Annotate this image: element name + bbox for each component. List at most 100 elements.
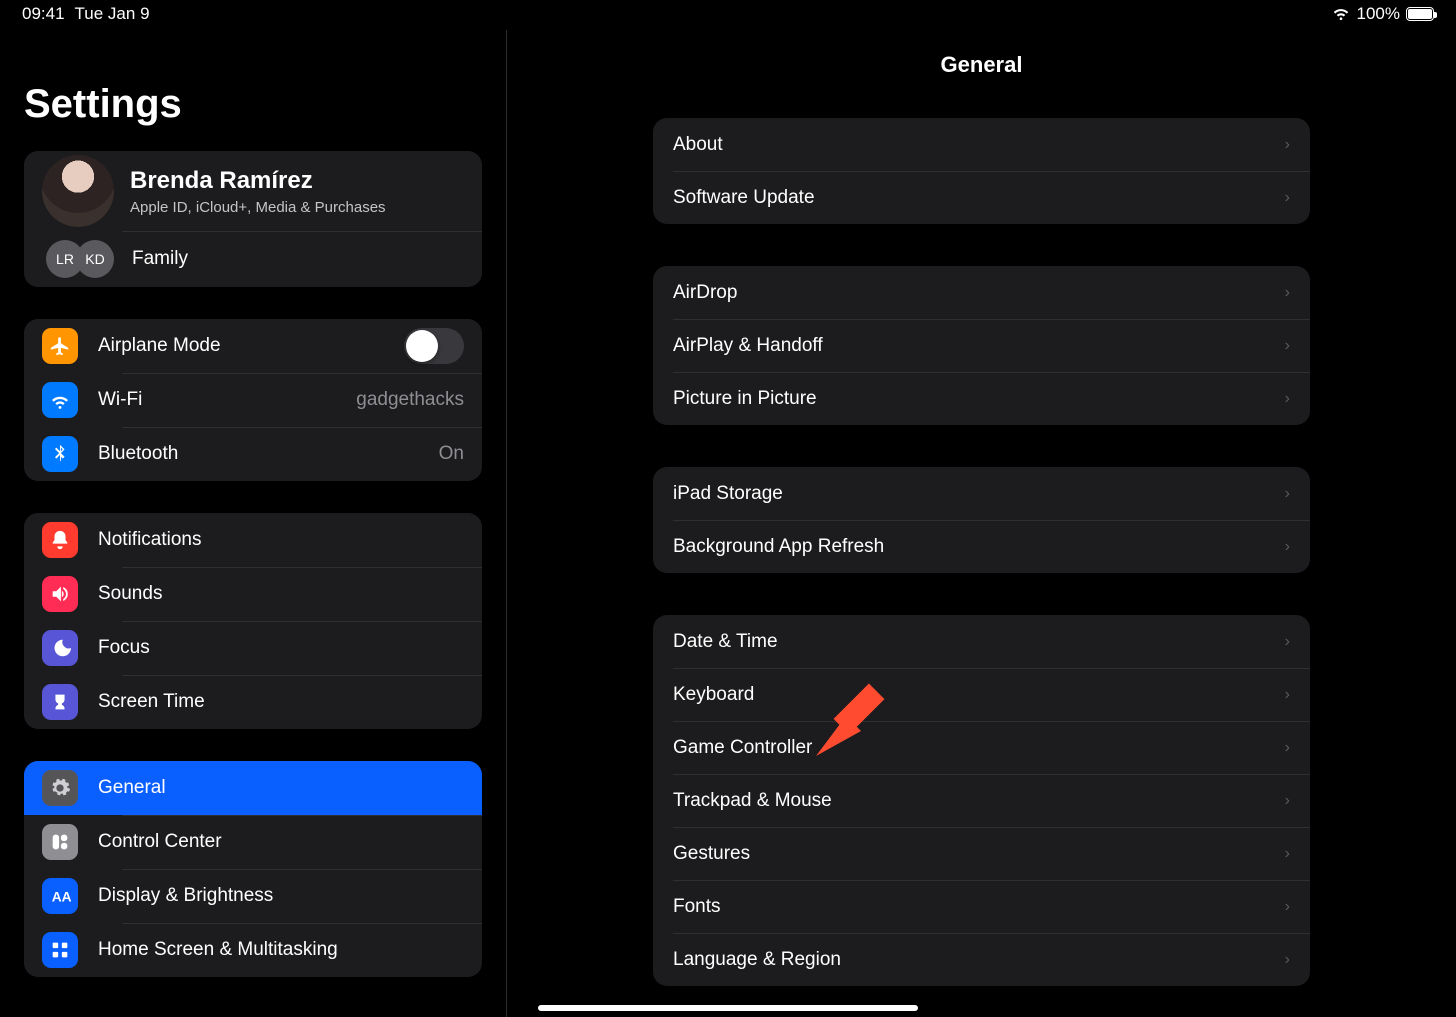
identity-subtitle: Apple ID, iCloud+, Media & Purchases [130, 199, 386, 216]
family-avatars: LR KD [44, 240, 116, 278]
trackpad-label: Trackpad & Mouse [673, 790, 832, 812]
chevron-right-icon: › [1285, 739, 1290, 757]
status-bar: 09:41 Tue Jan 9 100% [0, 0, 1456, 28]
trackpad-mouse-row[interactable]: Trackpad & Mouse › [653, 774, 1310, 827]
battery-icon [1406, 7, 1434, 21]
wifi-icon [42, 382, 78, 418]
homescreen-label: Home Screen & Multitasking [98, 939, 338, 961]
gestures-row[interactable]: Gestures › [653, 827, 1310, 880]
background-refresh-row[interactable]: Background App Refresh › [653, 520, 1310, 573]
general-group: General Control Center AA Display & Brig… [24, 761, 482, 977]
airplane-label: Airplane Mode [98, 335, 221, 357]
chevron-right-icon: › [1285, 792, 1290, 810]
chevron-right-icon: › [1285, 337, 1290, 355]
screentime-label: Screen Time [98, 691, 205, 713]
detail-group-1: About › Software Update › [653, 118, 1310, 224]
fonts-label: Fonts [673, 896, 721, 918]
notifications-group: Notifications Sounds Focus Screen Time [24, 513, 482, 729]
connectivity-group: Airplane Mode Wi-Fi gadgethacks Bluetoot… [24, 319, 482, 481]
display-row[interactable]: AA Display & Brightness [24, 869, 482, 923]
general-label: General [98, 777, 166, 799]
about-label: About [673, 134, 723, 156]
detail-group-3: iPad Storage › Background App Refresh › [653, 467, 1310, 573]
wifi-row[interactable]: Wi-Fi gadgethacks [24, 373, 482, 427]
chevron-right-icon: › [1285, 284, 1290, 302]
picture-in-picture-row[interactable]: Picture in Picture › [653, 372, 1310, 425]
airdrop-label: AirDrop [673, 282, 737, 304]
date-time-label: Date & Time [673, 631, 778, 653]
game-controller-row[interactable]: Game Controller › [653, 721, 1310, 774]
home-indicator [538, 1005, 918, 1011]
display-icon: AA [42, 878, 78, 914]
fonts-row[interactable]: Fonts › [653, 880, 1310, 933]
screentime-icon [42, 684, 78, 720]
pip-label: Picture in Picture [673, 388, 817, 410]
bluetooth-label: Bluetooth [98, 443, 178, 465]
notifications-icon [42, 522, 78, 558]
sounds-label: Sounds [98, 583, 162, 605]
chevron-right-icon: › [1285, 485, 1290, 503]
bluetooth-row[interactable]: Bluetooth On [24, 427, 482, 481]
chevron-right-icon: › [1285, 390, 1290, 408]
identity-row[interactable]: Brenda Ramírez Apple ID, iCloud+, Media … [24, 151, 482, 231]
identity-card: Brenda Ramírez Apple ID, iCloud+, Media … [24, 151, 482, 287]
detail-pane: General About › Software Update › AirDro… [507, 30, 1456, 1017]
gear-icon [42, 770, 78, 806]
page-title: Settings [24, 82, 482, 127]
language-region-row[interactable]: Language & Region › [653, 933, 1310, 986]
avatar [42, 155, 114, 227]
date-time-row[interactable]: Date & Time › [653, 615, 1310, 668]
chevron-right-icon: › [1285, 189, 1290, 207]
bluetooth-icon [42, 436, 78, 472]
chevron-right-icon: › [1285, 136, 1290, 154]
keyboard-row[interactable]: Keyboard › [653, 668, 1310, 721]
sounds-icon [42, 576, 78, 612]
homescreen-row[interactable]: Home Screen & Multitasking [24, 923, 482, 977]
family-row[interactable]: LR KD Family [24, 231, 482, 287]
bluetooth-value: On [439, 443, 464, 465]
settings-sidebar: Settings Brenda Ramírez Apple ID, iCloud… [0, 30, 506, 1017]
focus-row[interactable]: Focus [24, 621, 482, 675]
control-center-row[interactable]: Control Center [24, 815, 482, 869]
display-label: Display & Brightness [98, 885, 273, 907]
sounds-row[interactable]: Sounds [24, 567, 482, 621]
game-controller-label: Game Controller [673, 737, 812, 759]
svg-text:AA: AA [52, 890, 71, 905]
chevron-right-icon: › [1285, 951, 1290, 969]
focus-label: Focus [98, 637, 150, 659]
chevron-right-icon: › [1285, 633, 1290, 651]
identity-name: Brenda Ramírez [130, 167, 386, 195]
airplane-toggle[interactable] [404, 328, 464, 364]
keyboard-label: Keyboard [673, 684, 754, 706]
airplane-icon [42, 328, 78, 364]
software-update-row[interactable]: Software Update › [653, 171, 1310, 224]
wifi-icon [1331, 2, 1351, 27]
detail-title: General [507, 52, 1456, 78]
control-center-label: Control Center [98, 831, 222, 853]
status-time: 09:41 [22, 4, 65, 24]
airplay-row[interactable]: AirPlay & Handoff › [653, 319, 1310, 372]
chevron-right-icon: › [1285, 686, 1290, 704]
screentime-row[interactable]: Screen Time [24, 675, 482, 729]
airdrop-row[interactable]: AirDrop › [653, 266, 1310, 319]
wifi-value: gadgethacks [356, 389, 464, 411]
status-date: Tue Jan 9 [75, 4, 150, 24]
refresh-label: Background App Refresh [673, 536, 884, 558]
chevron-right-icon: › [1285, 538, 1290, 556]
general-row[interactable]: General [24, 761, 482, 815]
storage-label: iPad Storage [673, 483, 783, 505]
notifications-row[interactable]: Notifications [24, 513, 482, 567]
family-member-initials: KD [76, 240, 114, 278]
family-label: Family [132, 248, 188, 270]
homescreen-icon [42, 932, 78, 968]
ipad-storage-row[interactable]: iPad Storage › [653, 467, 1310, 520]
chevron-right-icon: › [1285, 898, 1290, 916]
wifi-label: Wi-Fi [98, 389, 142, 411]
airplay-label: AirPlay & Handoff [673, 335, 823, 357]
about-row[interactable]: About › [653, 118, 1310, 171]
control-center-icon [42, 824, 78, 860]
airplane-mode-row[interactable]: Airplane Mode [24, 319, 482, 373]
battery-pct: 100% [1357, 4, 1400, 24]
software-update-label: Software Update [673, 187, 815, 209]
detail-group-2: AirDrop › AirPlay & Handoff › Picture in… [653, 266, 1310, 425]
